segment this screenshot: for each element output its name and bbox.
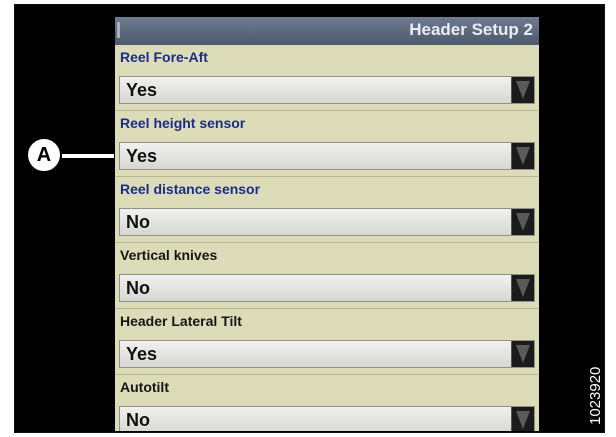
setting-row-reel-fore-aft: Reel Fore-Aft Yes [115, 45, 539, 111]
dropdown-value: Yes [126, 146, 158, 166]
screenshot-frame: Header Setup 2 Reel Fore-Aft Yes Reel he… [14, 4, 605, 433]
setting-label: Autotilt [120, 379, 169, 395]
reel-distance-sensor-dropdown[interactable]: No [119, 208, 535, 236]
dropdown-value: No [126, 278, 150, 298]
setting-label: Reel Fore-Aft [120, 49, 208, 65]
dropdown-value: No [126, 410, 150, 430]
setting-label: Reel height sensor [120, 115, 246, 131]
setting-label: Reel distance sensor [120, 181, 261, 197]
dropdown-arrow-icon[interactable] [511, 143, 534, 169]
setting-row-reel-distance-sensor: Reel distance sensor No [115, 177, 539, 243]
dropdown-arrow-icon[interactable] [511, 407, 534, 431]
reel-fore-aft-dropdown[interactable]: Yes [119, 76, 535, 104]
setting-row-vertical-knives: Vertical knives No [115, 243, 539, 309]
dropdown-arrow-icon[interactable] [511, 209, 534, 235]
figure-number: 1023920 [587, 366, 604, 425]
setting-label: Vertical knives [120, 247, 218, 263]
autotilt-dropdown[interactable]: No [119, 406, 535, 431]
callout-label: A [36, 144, 52, 166]
callout-a: A [26, 137, 62, 173]
vertical-knives-dropdown[interactable]: No [119, 274, 535, 302]
callout-leader-line [62, 153, 114, 159]
dropdown-value: Yes [126, 344, 158, 364]
header-lateral-tilt-dropdown[interactable]: Yes [119, 340, 535, 368]
reel-height-sensor-dropdown[interactable]: Yes [119, 142, 535, 170]
display-screen: Header Setup 2 Reel Fore-Aft Yes Reel he… [115, 17, 539, 431]
setting-row-autotilt: Autotilt No [115, 375, 539, 431]
dropdown-value: Yes [126, 80, 158, 100]
dropdown-value: No [126, 212, 150, 232]
page-title: Header Setup 2 [409, 20, 533, 39]
setting-row-reel-height-sensor: Reel height sensor Yes [115, 111, 539, 177]
setting-label: Header Lateral Tilt [120, 313, 242, 329]
title-bar-marker [117, 22, 120, 38]
setting-row-header-lateral-tilt: Header Lateral Tilt Yes [115, 309, 539, 375]
dropdown-arrow-icon[interactable] [511, 275, 534, 301]
title-bar: Header Setup 2 [115, 17, 539, 45]
dropdown-arrow-icon[interactable] [511, 341, 534, 367]
dropdown-arrow-icon[interactable] [511, 77, 534, 103]
